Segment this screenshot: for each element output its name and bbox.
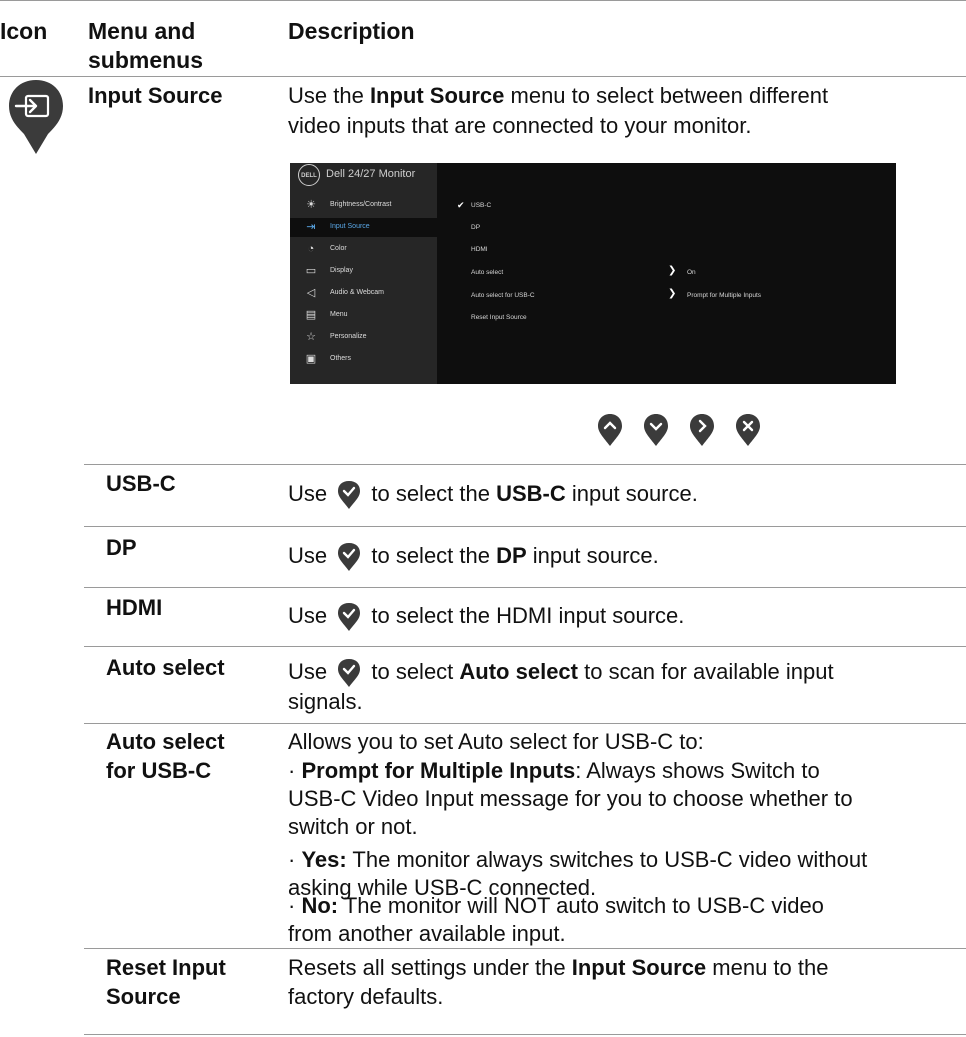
- row-rule: [84, 723, 966, 724]
- osd-menu-input-source[interactable]: ⇥ Input Source: [290, 218, 437, 237]
- hdmi-desc: Use to select the HDMI input source.: [288, 602, 958, 632]
- chevron-right-icon: ❯: [668, 265, 677, 276]
- brightness-icon: ☀: [306, 199, 316, 211]
- reset-name-line2: Source: [106, 984, 181, 1009]
- dp-name: DP: [106, 535, 137, 560]
- osd-screenshot: DELL Dell 24/27 Monitor ☀ Brightness/Cont…: [290, 163, 896, 384]
- auto-select-desc-line2: signals.: [288, 689, 363, 714]
- check-button-icon: [338, 603, 361, 632]
- osd-option-usbc[interactable]: USB-C: [471, 202, 491, 209]
- input-source-name: Input Source: [88, 83, 223, 108]
- row-rule: [84, 948, 966, 949]
- auto-usbc-bullet1-l3: switch or not.: [288, 814, 418, 839]
- up-icon[interactable]: [597, 413, 623, 447]
- right-icon[interactable]: [689, 413, 715, 447]
- auto-select-name: Auto select: [106, 655, 225, 680]
- menu-icon: ▤: [305, 309, 317, 321]
- auto-select-usbc-name-line2: for USB-C: [106, 758, 212, 783]
- osd-menu-others[interactable]: ▣ Others: [290, 350, 437, 369]
- header-menu-line2: submenus: [88, 47, 204, 73]
- check-icon: ✔: [457, 200, 465, 210]
- row-rule: [84, 526, 966, 527]
- header-description: Description: [288, 18, 415, 44]
- osd-option-auto-select[interactable]: Auto select: [471, 269, 503, 276]
- audio-icon: ◁: [306, 287, 316, 299]
- osd-menu-brightness[interactable]: ☀ Brightness/Contrast: [290, 196, 437, 215]
- chevron-right-icon: ❯: [668, 288, 677, 299]
- check-button-icon: [338, 543, 361, 572]
- star-icon: ☆: [306, 331, 316, 343]
- input-icon: ⇥: [306, 221, 316, 233]
- row-rule: [84, 464, 966, 465]
- input-source-icon: [9, 80, 63, 154]
- usbc-desc: Use to select the USB-C input source.: [288, 480, 958, 510]
- auto-usbc-bullet1: · Prompt for Multiple Inputs: Always sho…: [288, 758, 820, 783]
- row-rule: [84, 1034, 966, 1035]
- osd-auto-select-usbc-value: Prompt for Multiple Inputs: [687, 292, 762, 299]
- osd-option-reset[interactable]: Reset Input Source: [471, 314, 527, 321]
- down-icon[interactable]: [643, 413, 669, 447]
- osd-menu-audio[interactable]: ◁ Audio & Webcam: [290, 284, 437, 303]
- dell-logo: DELL: [298, 164, 320, 186]
- others-icon: ▣: [305, 353, 317, 365]
- osd-title: Dell 24/27 Monitor: [326, 168, 416, 180]
- color-icon: ◔: [307, 243, 315, 255]
- check-button-icon: [338, 481, 361, 510]
- auto-select-desc: Use to select Auto select to scan for av…: [288, 658, 958, 688]
- usbc-name: USB-C: [106, 471, 176, 496]
- osd-auto-select-value: On: [687, 269, 696, 276]
- auto-select-usbc-name-line1: Auto select: [106, 729, 225, 754]
- table-top-rule: [0, 0, 966, 1]
- display-icon: ▭: [305, 265, 317, 277]
- osd-menu-color[interactable]: ◔ Color: [290, 240, 437, 259]
- check-button-icon: [338, 659, 361, 688]
- header-menu-line1: Menu and: [88, 18, 196, 44]
- header-rule: [0, 76, 966, 77]
- osd-menu-menu[interactable]: ▤ Menu: [290, 306, 437, 325]
- osd-menu-display[interactable]: ▭ Display: [290, 262, 437, 281]
- dp-desc: Use to select the DP input source.: [288, 542, 958, 572]
- header-icon: Icon: [0, 18, 48, 44]
- auto-usbc-bullet3: · No: The monitor will NOT auto switch t…: [288, 893, 824, 918]
- auto-usbc-bullet2: · Yes: The monitor always switches to US…: [288, 847, 868, 872]
- input-source-desc: Use the Input Source menu to select betw…: [288, 83, 829, 108]
- row-rule: [84, 587, 966, 588]
- osd-menu-personalize[interactable]: ☆ Personalize: [290, 328, 437, 347]
- osd-option-hdmi[interactable]: HDMI: [471, 246, 488, 253]
- auto-usbc-bullet3-l2: from another available input.: [288, 921, 566, 946]
- reset-desc: Resets all settings under the Input Sour…: [288, 955, 829, 980]
- reset-name-line1: Reset Input: [106, 955, 226, 980]
- hdmi-name: HDMI: [106, 595, 163, 620]
- osd-option-auto-select-usbc[interactable]: Auto select for USB-C: [471, 292, 535, 299]
- close-icon[interactable]: [735, 413, 761, 447]
- input-source-desc-line2: video inputs that are connected to your …: [288, 113, 752, 138]
- row-rule: [84, 646, 966, 647]
- reset-desc-line2: factory defaults.: [288, 984, 444, 1009]
- auto-usbc-intro: Allows you to set Auto select for USB-C …: [288, 729, 704, 754]
- osd-option-dp[interactable]: DP: [471, 224, 480, 231]
- auto-usbc-bullet1-l2: USB-C Video Input message for you to cho…: [288, 786, 853, 811]
